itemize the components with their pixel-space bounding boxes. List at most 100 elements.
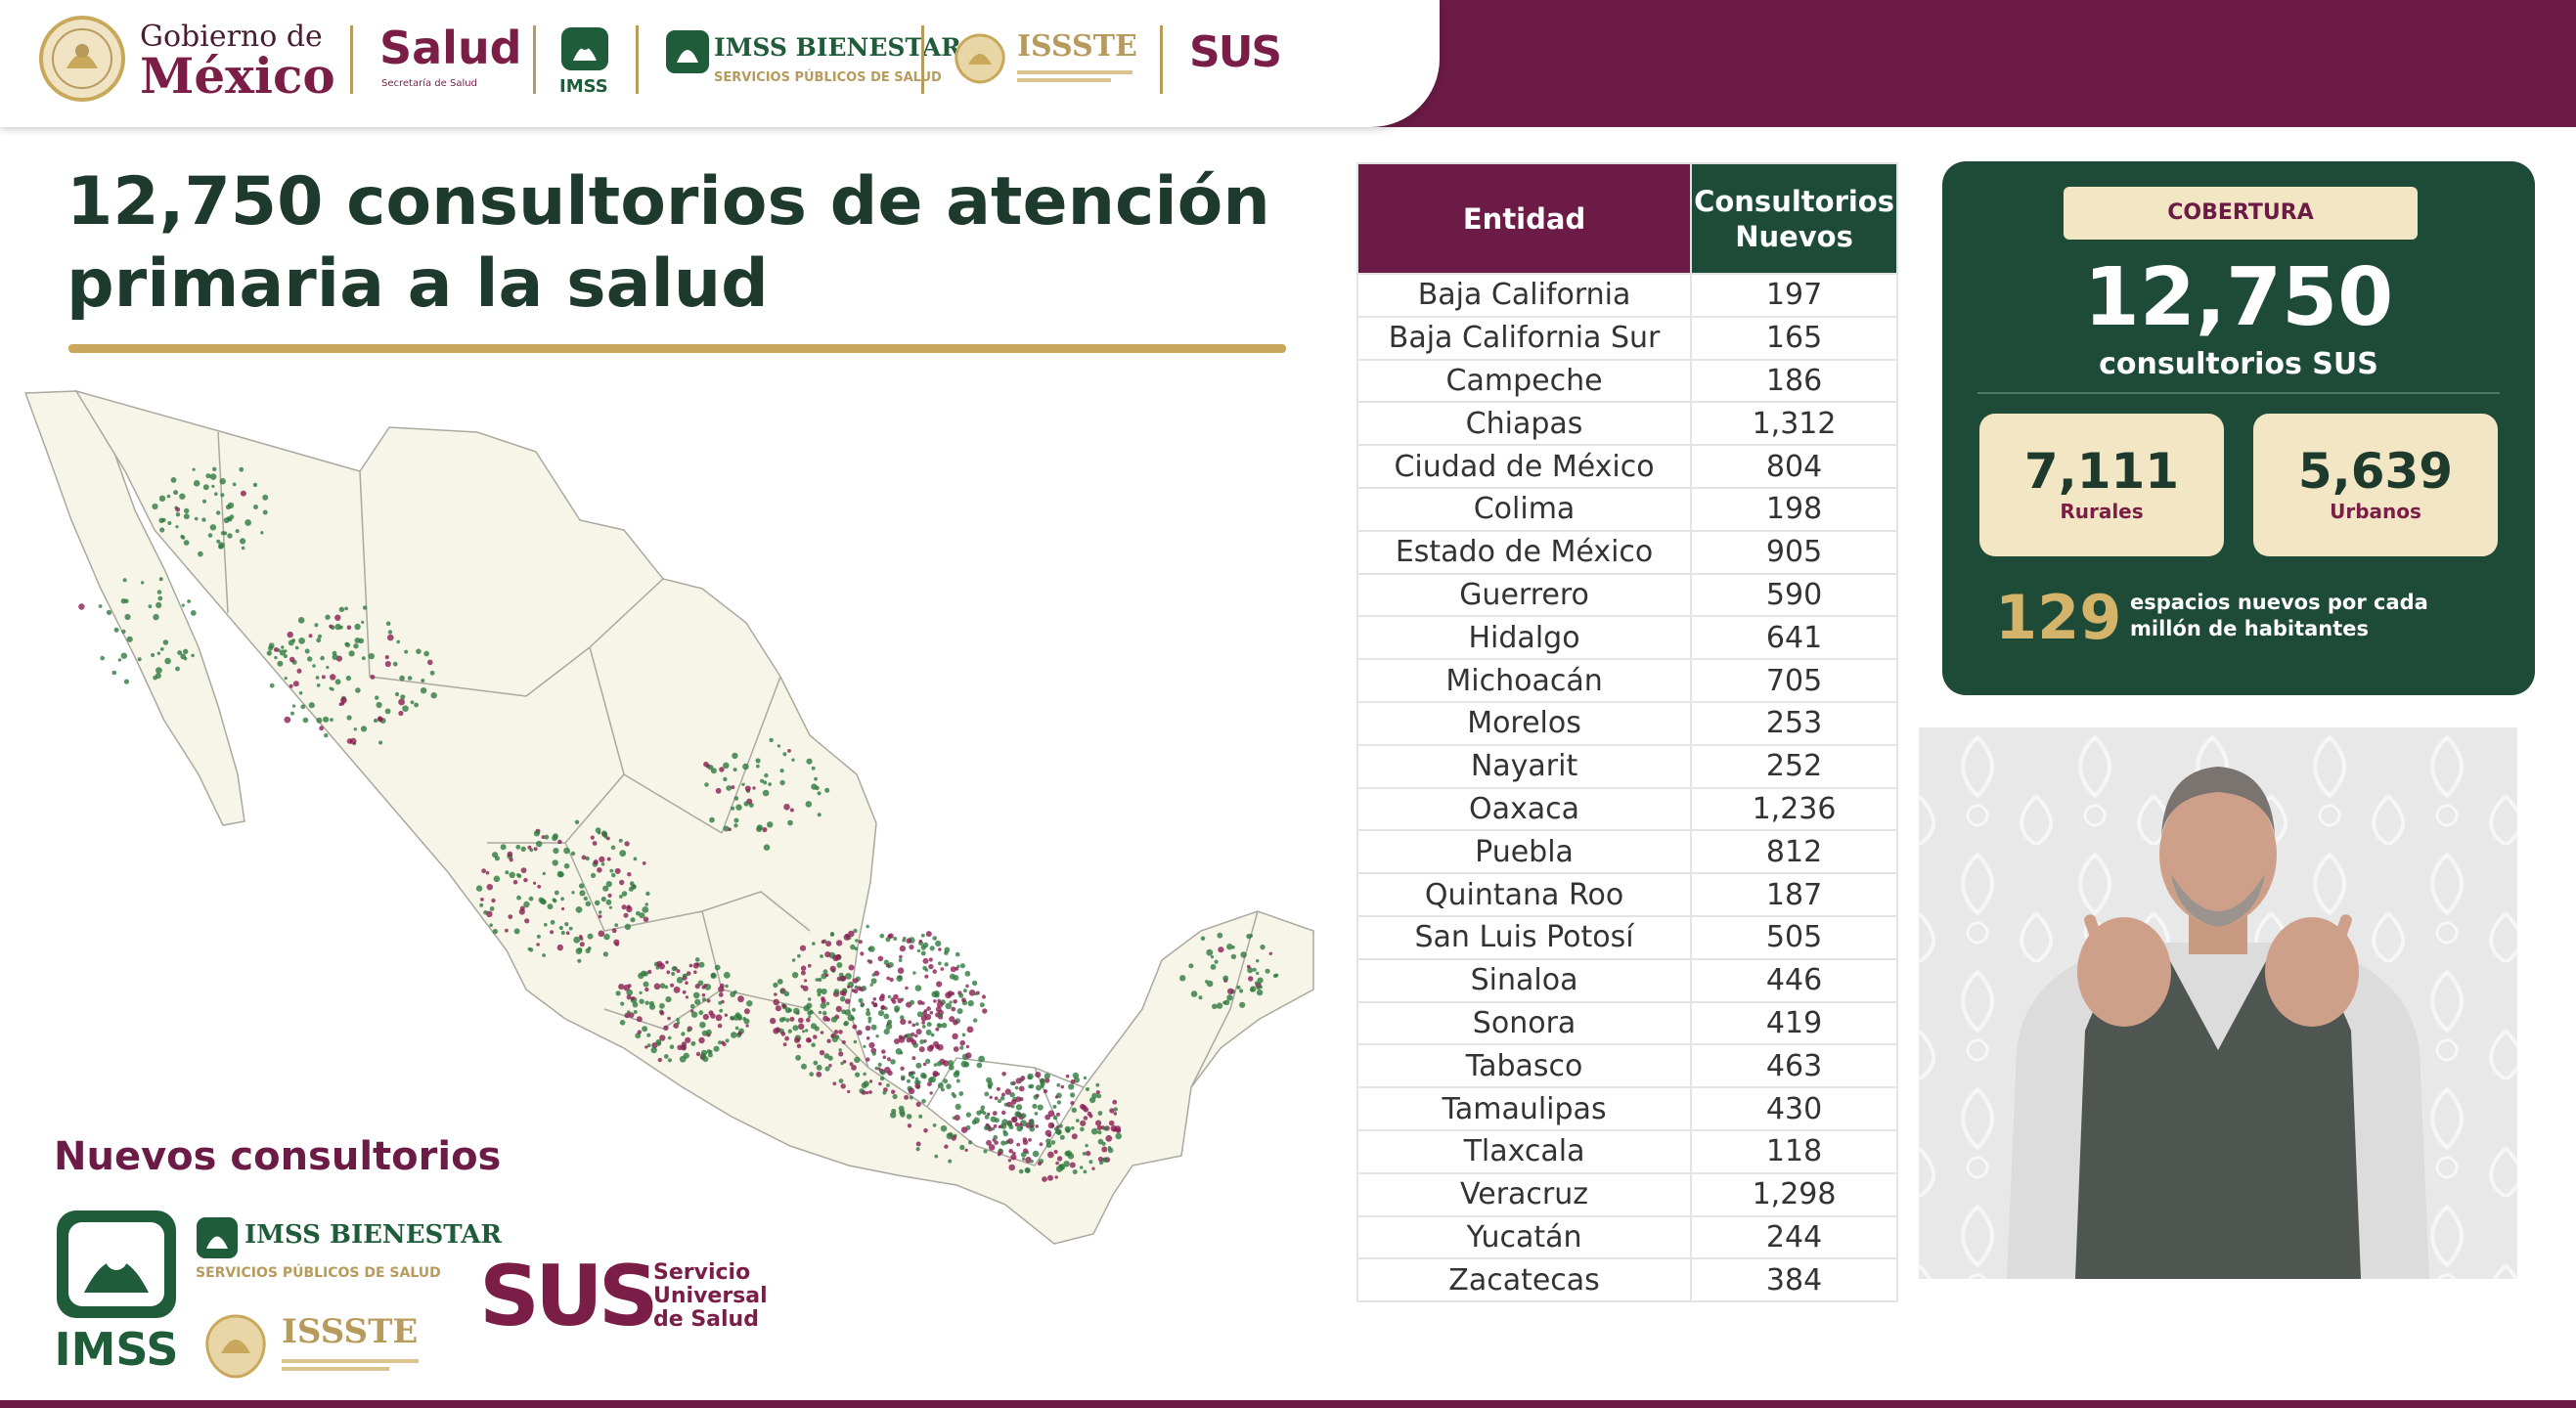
map-dot [992,1111,998,1116]
map-dot [384,655,389,660]
map-dot [207,533,213,538]
map-dot [984,1091,990,1097]
map-dot [979,1002,985,1008]
map-dot [316,717,323,724]
map-dot [866,1008,870,1012]
map-dot [252,482,258,488]
map-dot [910,999,915,1005]
map-dot [689,1003,695,1009]
map-dot [963,1061,970,1068]
map-dot [1079,1166,1084,1169]
map-dot [775,1027,781,1033]
map-dot [375,695,379,700]
map-dot [994,1140,999,1145]
gobierno-emblem-icon [39,16,125,102]
map-dot [550,930,555,935]
map-dot [1252,967,1257,972]
map-dot [117,658,122,662]
map-dot [682,990,687,994]
map-dot [1097,1111,1103,1116]
cell-entidad: Ciudad de México [1355,444,1693,489]
map-dot [928,1077,934,1083]
table-row: Puebla 812 [1355,829,1898,875]
map-dot [926,1022,932,1028]
map-dot [260,531,264,535]
map-dot [955,951,960,957]
map-dot [1018,1085,1025,1092]
map-dot [385,621,391,627]
map-dot [1071,1107,1078,1113]
map-dot [833,1030,839,1034]
map-dot [201,517,206,522]
map-dot [877,1010,885,1017]
map-dot [1095,1090,1100,1095]
map-dot [974,991,978,996]
map-dot [558,925,563,931]
map-dot [821,998,826,1004]
map-dot [326,665,330,670]
table-row: San Luis Potosí 505 [1355,914,1898,960]
map-dot [800,970,806,976]
map-dot [513,928,520,935]
map-dot [880,1004,886,1010]
map-dot [284,649,288,653]
map-dot [574,819,580,824]
sus-name-text: Servicio Universal de Salud [653,1260,768,1332]
map-dot [812,942,816,946]
map-dot [493,875,501,883]
map-dot [175,666,180,672]
map-dot [544,922,548,927]
map-dot [620,1001,625,1006]
map-dot [783,990,790,997]
table-row: Tamaulipas 430 [1355,1086,1898,1131]
map-dot [928,957,933,962]
map-dot [921,1025,926,1029]
map-dot [870,1024,877,1031]
map-dot [700,1049,708,1056]
map-dot [330,718,333,722]
per-million-description: espacios nuevos por cada millón de habit… [2130,591,2428,640]
map-dot [806,1017,811,1023]
map-dot [866,924,869,929]
map-dot [354,638,361,643]
map-dot [770,1017,777,1025]
map-dot [959,1039,965,1046]
map-dot [642,861,646,865]
map-dot [860,1003,865,1008]
map-dot [1054,1095,1058,1099]
map-dot [762,789,770,797]
map-dot [650,1046,657,1054]
table-row: Tabasco 463 [1355,1043,1898,1089]
map-dot [1044,1073,1050,1079]
cell-consultorios: 1,312 [1690,401,1898,447]
map-dot [746,1000,753,1007]
map-dot [850,944,856,950]
map-dot [378,740,383,745]
table-row: Sonora 419 [1355,1000,1898,1046]
title-underline [68,344,1286,353]
map-dot [774,992,777,996]
map-dot [618,838,623,843]
map-dot [421,679,425,682]
map-dot [955,1078,960,1083]
map-dot [158,495,166,502]
map-dot [798,1023,805,1030]
map-dot [1007,1122,1013,1127]
map-dot [583,896,588,902]
map-dot [384,661,391,668]
map-dot [835,940,843,946]
map-dot [743,801,749,807]
map-dot [822,1010,827,1016]
map-dot [946,1132,954,1140]
map-dot [928,963,934,970]
map-dot [346,738,353,744]
map-dot [600,830,607,837]
map-dot [659,1034,666,1041]
cell-consultorios: 197 [1690,273,1898,318]
map-dot [603,933,610,941]
map-dot [505,928,509,933]
map-dot [887,1019,893,1025]
map-dot [479,902,484,907]
map-dot [904,1094,910,1100]
map-dot [882,1055,887,1059]
